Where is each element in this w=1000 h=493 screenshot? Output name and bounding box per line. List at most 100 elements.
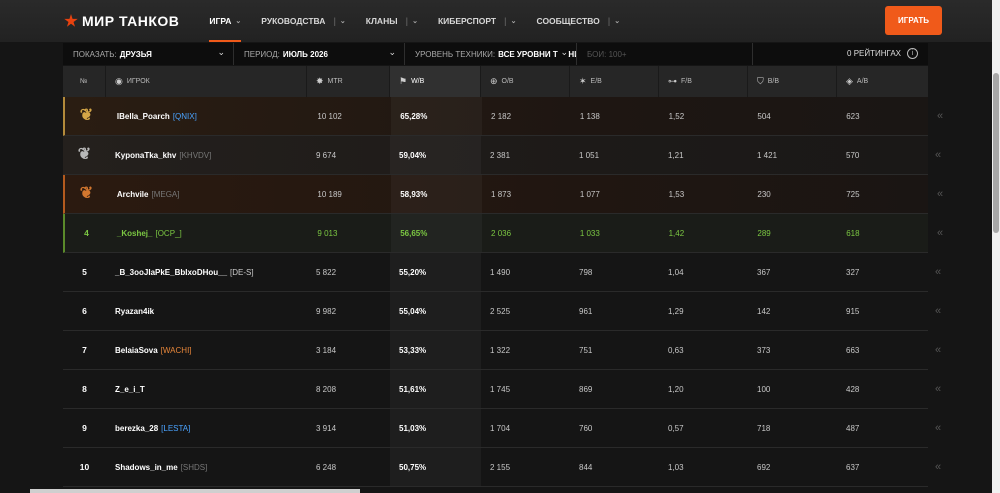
player-cell[interactable]: Z_e_i_T <box>106 370 307 408</box>
clan-tag[interactable]: [DE-S] <box>230 268 254 277</box>
nav-item-3[interactable]: КИБЕРСПОРТ | ⌄ <box>438 0 517 42</box>
table-body: ❦ IBella_Poarch [QNIX] 10 102 65,28% 2 182 1 1… <box>63 97 943 487</box>
tank-icon: ⊶ <box>668 76 677 86</box>
column-experience-per-battle[interactable]: ⊕ O/B <box>481 66 570 97</box>
nav-item-0[interactable]: ИГРА ⌄ <box>209 0 241 42</box>
player-cell[interactable]: KyponaTka_khv [KHVDV] <box>106 136 307 174</box>
player-cell[interactable]: berezka_28 [LESTA] <box>106 409 307 447</box>
show-filter-value: ДРУЗЬЯ <box>119 49 152 59</box>
site-logo[interactable]: МИР ТАНКОВ <box>64 13 179 29</box>
clan-tag[interactable]: [LESTA] <box>161 424 190 433</box>
table-row[interactable]: ❦ IBella_Poarch [QNIX] 10 102 65,28% 2 182 1 1… <box>63 97 943 136</box>
ob-cell: 2 155 <box>490 462 511 472</box>
player-name[interactable]: _Koshej_ <box>117 229 153 238</box>
player-name[interactable]: Z_e_i_T <box>115 385 145 394</box>
ob-cell: 1 322 <box>490 345 511 355</box>
ob-cell: 1 704 <box>490 423 511 433</box>
horizontal-scrollbar[interactable] <box>30 489 360 493</box>
player-name[interactable]: KyponaTka_khv <box>115 151 176 160</box>
player-name[interactable]: Shadows_in_me <box>115 463 178 472</box>
mtr-cell: 8 208 <box>316 384 337 394</box>
clan-tag[interactable]: [QNIX] <box>173 112 197 121</box>
double-chevron-left-icon[interactable]: « <box>935 422 941 434</box>
rank-cell: ❦ <box>65 175 108 213</box>
double-chevron-left-icon[interactable]: « <box>937 227 943 239</box>
ab-cell: 637 <box>846 462 860 472</box>
gear-badge-icon: ✸ <box>316 76 324 86</box>
player-name[interactable]: Ryazan4ik <box>115 307 154 316</box>
show-filter[interactable]: ПОКАЗАТЬ: ДРУЗЬЯ ⌄ <box>63 43 234 65</box>
table-row[interactable]: 10 Shadows_in_me [SHDS] 6 248 50,75% 2 155 844… <box>63 448 941 487</box>
laurel-wreath-icon: ❦ <box>79 185 94 202</box>
star-burst-icon: ✶ <box>579 76 587 86</box>
about-ratings-label: 0 РЕЙТИНГАХ <box>847 49 901 58</box>
player-name[interactable]: berezka_28 <box>115 424 158 433</box>
mtr-cell: 3 184 <box>316 345 337 355</box>
chevron-down-icon: ⌄ <box>412 18 418 25</box>
double-chevron-left-icon[interactable]: « <box>937 188 943 200</box>
scrollbar-thumb[interactable] <box>993 73 999 233</box>
table-row[interactable]: 4 _Koshej_ [OCP_] 9 013 56,65% 2 036 1 033 1,42… <box>63 214 943 253</box>
fb-cell: 1,29 <box>668 306 684 316</box>
player-name[interactable]: BelaiaSova <box>115 346 158 355</box>
double-chevron-left-icon[interactable]: « <box>937 110 943 122</box>
laurel-wreath-icon: ❦ <box>79 107 94 124</box>
wb-cell: 58,93% <box>391 175 483 213</box>
shield-icon: ⛉ <box>757 76 764 86</box>
double-chevron-left-icon[interactable]: « <box>935 461 941 473</box>
double-chevron-left-icon[interactable]: « <box>935 149 941 161</box>
nav-item-4[interactable]: СООБЩЕСТВО | ⌄ <box>537 0 621 42</box>
table-row[interactable]: ❦ Archvile [MEGA] 10 189 58,93% 1 873 1 077 1,5… <box>63 175 943 214</box>
target-icon: ◈ <box>846 76 853 86</box>
table-row[interactable]: 6 Ryazan4ik 9 982 55,04% 2 525 961 1,29 142 915 « <box>63 292 941 331</box>
table-row[interactable]: 8 Z_e_i_T 8 208 51,61% 1 745 869 1,20 100 428 « <box>63 370 941 409</box>
ob-cell: 2 182 <box>491 111 512 121</box>
column-frags-per-battle[interactable]: ⊶ F/B <box>659 66 748 97</box>
double-chevron-left-icon[interactable]: « <box>935 266 941 278</box>
player-cell[interactable]: Ryazan4ik <box>106 292 307 330</box>
player-cell[interactable]: BelaiaSova [WACHI] <box>106 331 307 369</box>
nav-separator: | <box>607 16 611 26</box>
column-blocked-per-battle[interactable]: ⛉ B/B <box>748 66 837 97</box>
about-ratings-link[interactable]: 0 РЕЙТИНГАХ i <box>847 48 918 59</box>
table-row[interactable]: 9 berezka_28 [LESTA] 3 914 51,03% 1 704 760 0,5… <box>63 409 941 448</box>
chevron-down-icon: ⌄ <box>235 18 242 25</box>
player-cell[interactable]: IBella_Poarch [QNIX] <box>108 97 309 135</box>
battles-filter-label: БОИ: 100+ <box>587 49 627 59</box>
table-row[interactable]: ❦ KyponaTka_khv [KHVDV] 9 674 59,04% 2 381 1 0… <box>63 136 941 175</box>
tier-filter-label: УРОВЕНЬ ТЕХНИКИ: <box>415 49 496 59</box>
clan-tag[interactable]: [MEGA] <box>151 190 179 199</box>
clan-tag[interactable]: [OCP_] <box>155 229 181 238</box>
bb-cell: 289 <box>757 228 771 238</box>
clan-tag[interactable]: [SHDS] <box>181 463 208 472</box>
column-damage-per-battle[interactable]: ✶ E/B <box>570 66 659 97</box>
player-cell[interactable]: _B_3ooJIaPkE_BbIxoDHou__ [DE-S] <box>106 253 307 291</box>
table-row[interactable]: 7 BelaiaSova [WACHI] 3 184 53,33% 1 322 751 0,6… <box>63 331 941 370</box>
player-cell[interactable]: Shadows_in_me [SHDS] <box>106 448 307 486</box>
fb-cell: 0,63 <box>668 345 684 355</box>
double-chevron-left-icon[interactable]: « <box>935 383 941 395</box>
table-row[interactable]: 5 _B_3ooJIaPkE_BbIxoDHou__ [DE-S] 5 822 55,2… <box>63 253 941 292</box>
play-button[interactable]: ИГРАТЬ <box>885 6 942 35</box>
column-player[interactable]: ◉ ИГРОК <box>106 66 307 97</box>
page-scrollbar[interactable] <box>992 0 1000 493</box>
double-chevron-left-icon[interactable]: « <box>935 344 941 356</box>
rank-cell: ❦ <box>65 97 108 135</box>
player-cell[interactable]: _Koshej_ [OCP_] <box>108 214 309 252</box>
player-cell[interactable]: Archvile [MEGA] <box>108 175 309 213</box>
double-chevron-left-icon[interactable]: « <box>935 305 941 317</box>
player-name[interactable]: Archvile <box>117 190 149 199</box>
column-wins-per-battle[interactable]: ⚑ W/B <box>390 66 481 97</box>
bb-cell: 142 <box>757 306 771 316</box>
player-name[interactable]: IBella_Poarch <box>117 112 170 121</box>
player-name[interactable]: _B_3ooJIaPkE_BbIxoDHou__ <box>115 268 227 277</box>
clan-tag[interactable]: [WACHI] <box>161 346 192 355</box>
nav-item-2[interactable]: КЛАНЫ | ⌄ <box>366 0 418 42</box>
wb-cell: 55,04% <box>390 292 481 330</box>
tier-filter[interactable]: УРОВЕНЬ ТЕХНИКИ: ВСЕ УРОВНИ ТЕХНИКИ ⌄ <box>405 43 577 65</box>
period-filter[interactable]: ПЕРИОД: ИЮЛЬ 2026 ⌄ <box>234 43 405 65</box>
nav-item-1[interactable]: РУКОВОДСТВА | ⌄ <box>261 0 346 42</box>
clan-tag[interactable]: [KHVDV] <box>179 151 211 160</box>
column-assist-per-battle[interactable]: ◈ A/B <box>837 66 928 97</box>
column-mtr[interactable]: ✸ MTR <box>307 66 390 97</box>
